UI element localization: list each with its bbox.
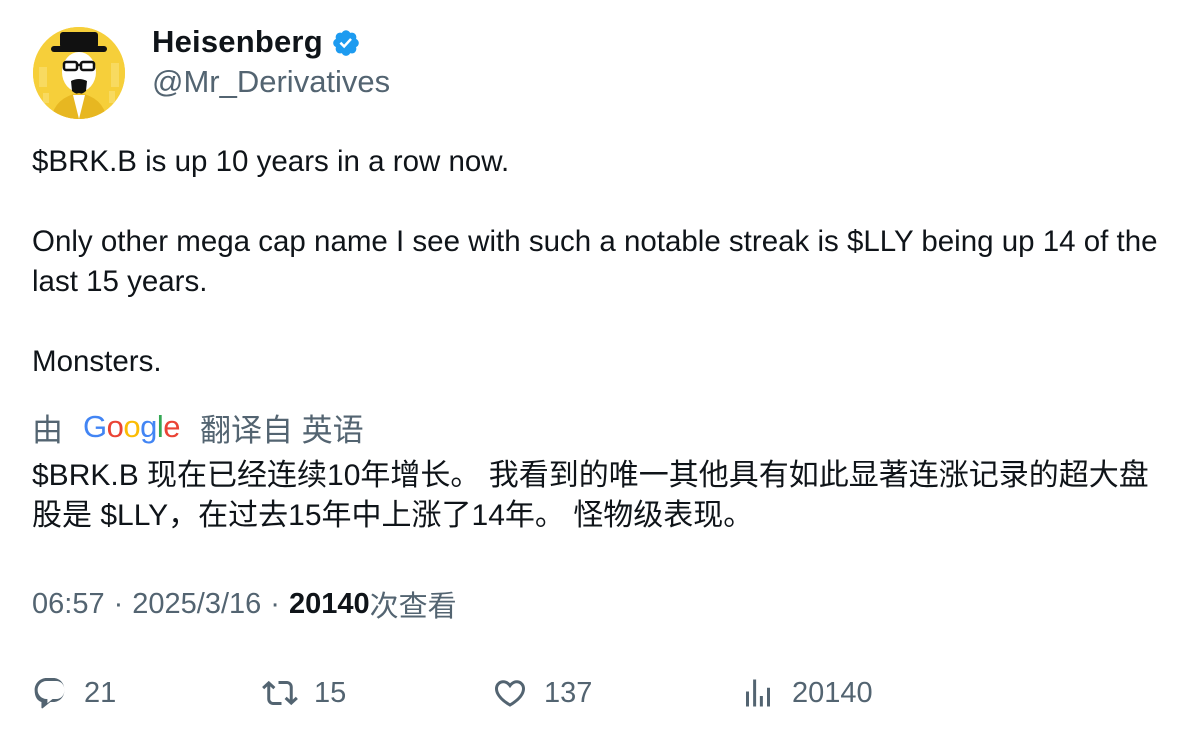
google-logo-letter: o (123, 409, 141, 444)
heart-icon (494, 680, 526, 707)
tweet-meta: 06:57 · 2025/3/16 · 20140 次查看 (32, 584, 457, 624)
meta-separator: · (270, 587, 280, 620)
retweet-icon (262, 680, 298, 706)
translated-text: $BRK.B 现在已经连续10年增长。 我看到的唯一其他具有如此显著连涨记录的超… (32, 459, 1149, 532)
display-name[interactable]: Heisenberg (152, 24, 323, 60)
google-logo-letter: g (140, 409, 157, 444)
tweet-time[interactable]: 06:57 (32, 588, 105, 621)
tweet-paragraph: Only other mega cap name I see with such… (32, 225, 1158, 298)
tweet-header: Heisenberg @Mr_Derivatives (33, 24, 733, 124)
verified-badge-icon (333, 30, 359, 56)
analytics-icon (746, 679, 770, 707)
like-button[interactable]: 137 (492, 668, 592, 718)
author-handle[interactable]: @Mr_Derivatives (152, 64, 390, 100)
retweet-button[interactable]: 15 (262, 668, 346, 718)
views-suffix[interactable]: 次查看 (370, 583, 457, 625)
views-action-count: 20140 (792, 676, 873, 709)
tweet-date[interactable]: 2025/3/16 (132, 588, 261, 621)
translation-source-note: 翻译自 英语 (200, 412, 364, 448)
google-logo-letter: G (83, 409, 107, 444)
reply-button[interactable]: 21 (32, 668, 116, 718)
display-name-row: Heisenberg (152, 24, 390, 60)
tweet-text: $BRK.B is up 10 years in a row now. Only… (32, 142, 1172, 382)
google-logo: Google (83, 409, 181, 445)
retweet-count: 15 (314, 676, 347, 709)
tweet-paragraph: $BRK.B is up 10 years in a row now. (32, 145, 510, 178)
reply-count: 21 (84, 676, 117, 709)
tweet-paragraph: Monsters. (32, 345, 162, 378)
tweet-actions-bar: 21 15 137 20140 (0, 668, 1196, 718)
translation-prefix: 由 (32, 412, 63, 448)
author-names: Heisenberg @Mr_Derivatives (152, 24, 390, 100)
translation-attribution: 由 Google 翻译自 英语 (32, 404, 364, 450)
google-logo-letter: e (163, 409, 181, 444)
meta-separator: · (113, 587, 124, 620)
views-button[interactable]: 20140 (740, 668, 873, 718)
google-logo-letter: o (106, 409, 124, 444)
heisenberg-avatar-icon[interactable] (33, 27, 125, 119)
like-count: 137 (544, 676, 593, 709)
views-count[interactable]: 20140 (289, 588, 370, 621)
reply-icon (34, 678, 65, 709)
